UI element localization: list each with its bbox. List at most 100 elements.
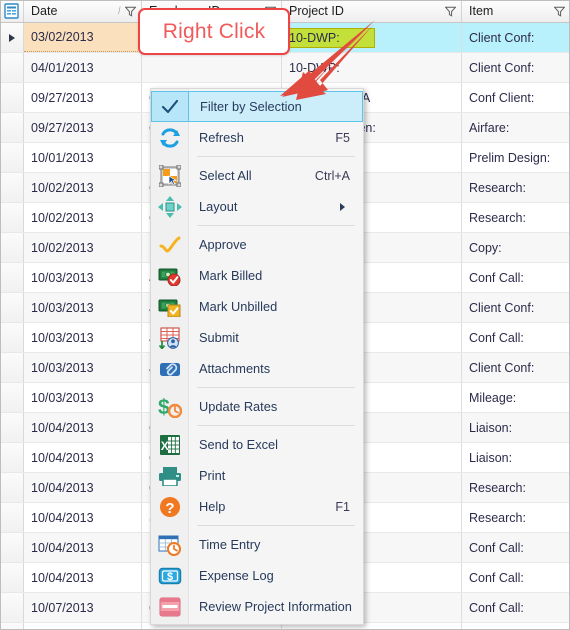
column-header-date[interactable]: Date / xyxy=(24,0,142,22)
cell-item[interactable]: Mileage: xyxy=(462,383,570,412)
printer-icon xyxy=(159,466,181,486)
cell-item[interactable]: Client Conf: xyxy=(462,23,570,52)
row-selector[interactable] xyxy=(0,173,24,202)
approve-check-icon xyxy=(151,229,189,260)
context-menu-item-update-rates[interactable]: $ Update Rates xyxy=(151,391,363,422)
context-menu-item-send-to-excel[interactable]: X Send to Excel xyxy=(151,429,363,460)
context-menu-item-shortcut: Ctrl+A xyxy=(314,168,350,183)
cell-item[interactable]: Conf Client: xyxy=(462,83,570,112)
cell-date[interactable]: 10/02/2013 xyxy=(24,203,142,232)
current-row-arrow-icon xyxy=(8,33,15,42)
cell-date[interactable]: 10/07/2013 xyxy=(24,593,142,622)
cell-date[interactable]: 04/01/2013 xyxy=(24,53,142,82)
cell-date[interactable]: 09/27/2013 xyxy=(24,113,142,142)
row-selector[interactable] xyxy=(0,623,24,630)
cell-date[interactable]: 09/27/2013 xyxy=(24,83,142,112)
context-menu-item-filter-by-selection[interactable]: Filter by Selection xyxy=(151,91,363,122)
row-selector[interactable] xyxy=(0,533,24,562)
row-selector[interactable] xyxy=(0,113,24,142)
row-selector[interactable] xyxy=(0,593,24,622)
cell-item[interactable]: Research: xyxy=(462,473,570,502)
cell-item[interactable]: Liaison: xyxy=(462,443,570,472)
cell-item[interactable]: Research: xyxy=(462,173,570,202)
context-menu-item-expense-log[interactable]: $ Expense Log xyxy=(151,560,363,591)
row-selector[interactable] xyxy=(0,143,24,172)
context-menu-item-print[interactable]: Print xyxy=(151,460,363,491)
column-header-item[interactable]: Item xyxy=(462,0,570,22)
context-menu-item-help[interactable]: ? Help F1 xyxy=(151,491,363,522)
context-menu-item-mark-billed[interactable]: Mark Billed xyxy=(151,260,363,291)
cell-item[interactable]: Copy: xyxy=(462,233,570,262)
cell-date[interactable]: 10/02/2013 xyxy=(24,173,142,202)
refresh-icon xyxy=(160,127,180,148)
cell-item[interactable]: Prelim Design: xyxy=(462,143,570,172)
cell-date[interactable]: 10/01/2013 xyxy=(24,143,142,172)
cell-project-id[interactable]: 10-DWP: xyxy=(282,23,462,52)
cell-project-id[interactable]: 10-DWP: xyxy=(282,53,462,82)
context-menu-item-mark-unbilled[interactable]: Mark Unbilled xyxy=(151,291,363,322)
cell-item[interactable]: Conf Call: xyxy=(462,533,570,562)
row-selector[interactable] xyxy=(0,323,24,352)
context-menu-item-layout[interactable]: Layout xyxy=(151,191,363,222)
context-menu[interactable]: Filter by Selection Refresh F5 Select All… xyxy=(150,88,364,625)
row-selector[interactable] xyxy=(0,473,24,502)
row-selector[interactable] xyxy=(0,383,24,412)
row-selector[interactable] xyxy=(0,83,24,112)
row-selector[interactable] xyxy=(0,23,24,52)
cell-item[interactable]: Conf Call: xyxy=(462,593,570,622)
context-menu-separator xyxy=(197,156,355,157)
context-menu-item-select-all[interactable]: Select All Ctrl+A xyxy=(151,160,363,191)
row-selector[interactable] xyxy=(0,443,24,472)
cell-date[interactable]: 10/03/2013 xyxy=(24,323,142,352)
cell-item[interactable]: Conf Call: xyxy=(462,323,570,352)
cell-date[interactable]: 10/04/2013 xyxy=(24,443,142,472)
row-selector[interactable] xyxy=(0,203,24,232)
expense-log-icon: $ xyxy=(158,567,182,584)
cell-date[interactable]: 10/03/2013 xyxy=(24,293,142,322)
cell-item[interactable]: Conf Call: xyxy=(462,263,570,292)
cell-date[interactable]: 10/03/2013 xyxy=(24,383,142,412)
filter-funnel-icon-date[interactable] xyxy=(124,6,137,17)
row-selector[interactable] xyxy=(0,233,24,262)
cell-date[interactable]: 10/04/2013 xyxy=(24,503,142,532)
cell-item[interactable]: Airfare: xyxy=(462,113,570,142)
row-selector[interactable] xyxy=(0,293,24,322)
cell-date[interactable]: 10/02/2013 xyxy=(24,233,142,262)
row-selector[interactable] xyxy=(0,413,24,442)
row-selector[interactable] xyxy=(0,53,24,82)
cell-item[interactable]: Liaison: xyxy=(462,413,570,442)
context-menu-item-label: Layout xyxy=(199,199,238,214)
context-menu-item-attachments[interactable]: Attachments xyxy=(151,353,363,384)
context-menu-item-refresh[interactable]: Refresh F5 xyxy=(151,122,363,153)
row-selector[interactable] xyxy=(0,353,24,382)
cell-date[interactable]: 10/08/2013 xyxy=(24,623,142,630)
cell-item[interactable]: Client Conf: xyxy=(462,623,570,630)
cell-item[interactable]: Client Conf: xyxy=(462,293,570,322)
cell-date[interactable]: 10/04/2013 xyxy=(24,473,142,502)
row-selector[interactable] xyxy=(0,503,24,532)
filter-funnel-icon-item[interactable] xyxy=(553,6,566,17)
cell-date[interactable]: 10/04/2013 xyxy=(24,413,142,442)
context-menu-item-time-entry[interactable]: Time Entry xyxy=(151,529,363,560)
cell-item[interactable]: Research: xyxy=(462,203,570,232)
context-menu-item-submit[interactable]: Submit xyxy=(151,322,363,353)
cell-employee-id[interactable] xyxy=(142,53,282,82)
cell-item[interactable]: Client Conf: xyxy=(462,53,570,82)
grid-corner-button[interactable] xyxy=(0,0,24,22)
cell-date[interactable]: 10/03/2013 xyxy=(24,353,142,382)
context-menu-item-review-project-information[interactable]: Review Project Information xyxy=(151,591,363,622)
row-selector[interactable] xyxy=(0,263,24,292)
cell-date[interactable]: 10/04/2013 xyxy=(24,533,142,562)
column-header-project-id[interactable]: Project ID xyxy=(282,0,462,22)
cell-item[interactable]: Research: xyxy=(462,503,570,532)
row-selector[interactable] xyxy=(0,563,24,592)
table-row[interactable]: 04/01/2013 10-DWP: Client Conf: xyxy=(0,53,570,83)
cell-date[interactable]: 03/02/2013 xyxy=(24,23,142,52)
cell-date[interactable]: 10/03/2013 xyxy=(24,263,142,292)
submenu-chevron-right-icon xyxy=(340,202,357,211)
cell-item[interactable]: Client Conf: xyxy=(462,353,570,382)
cell-date[interactable]: 10/04/2013 xyxy=(24,563,142,592)
context-menu-item-approve[interactable]: Approve xyxy=(151,229,363,260)
filter-funnel-icon-project-id[interactable] xyxy=(444,6,457,17)
cell-item[interactable]: Conf Call: xyxy=(462,563,570,592)
